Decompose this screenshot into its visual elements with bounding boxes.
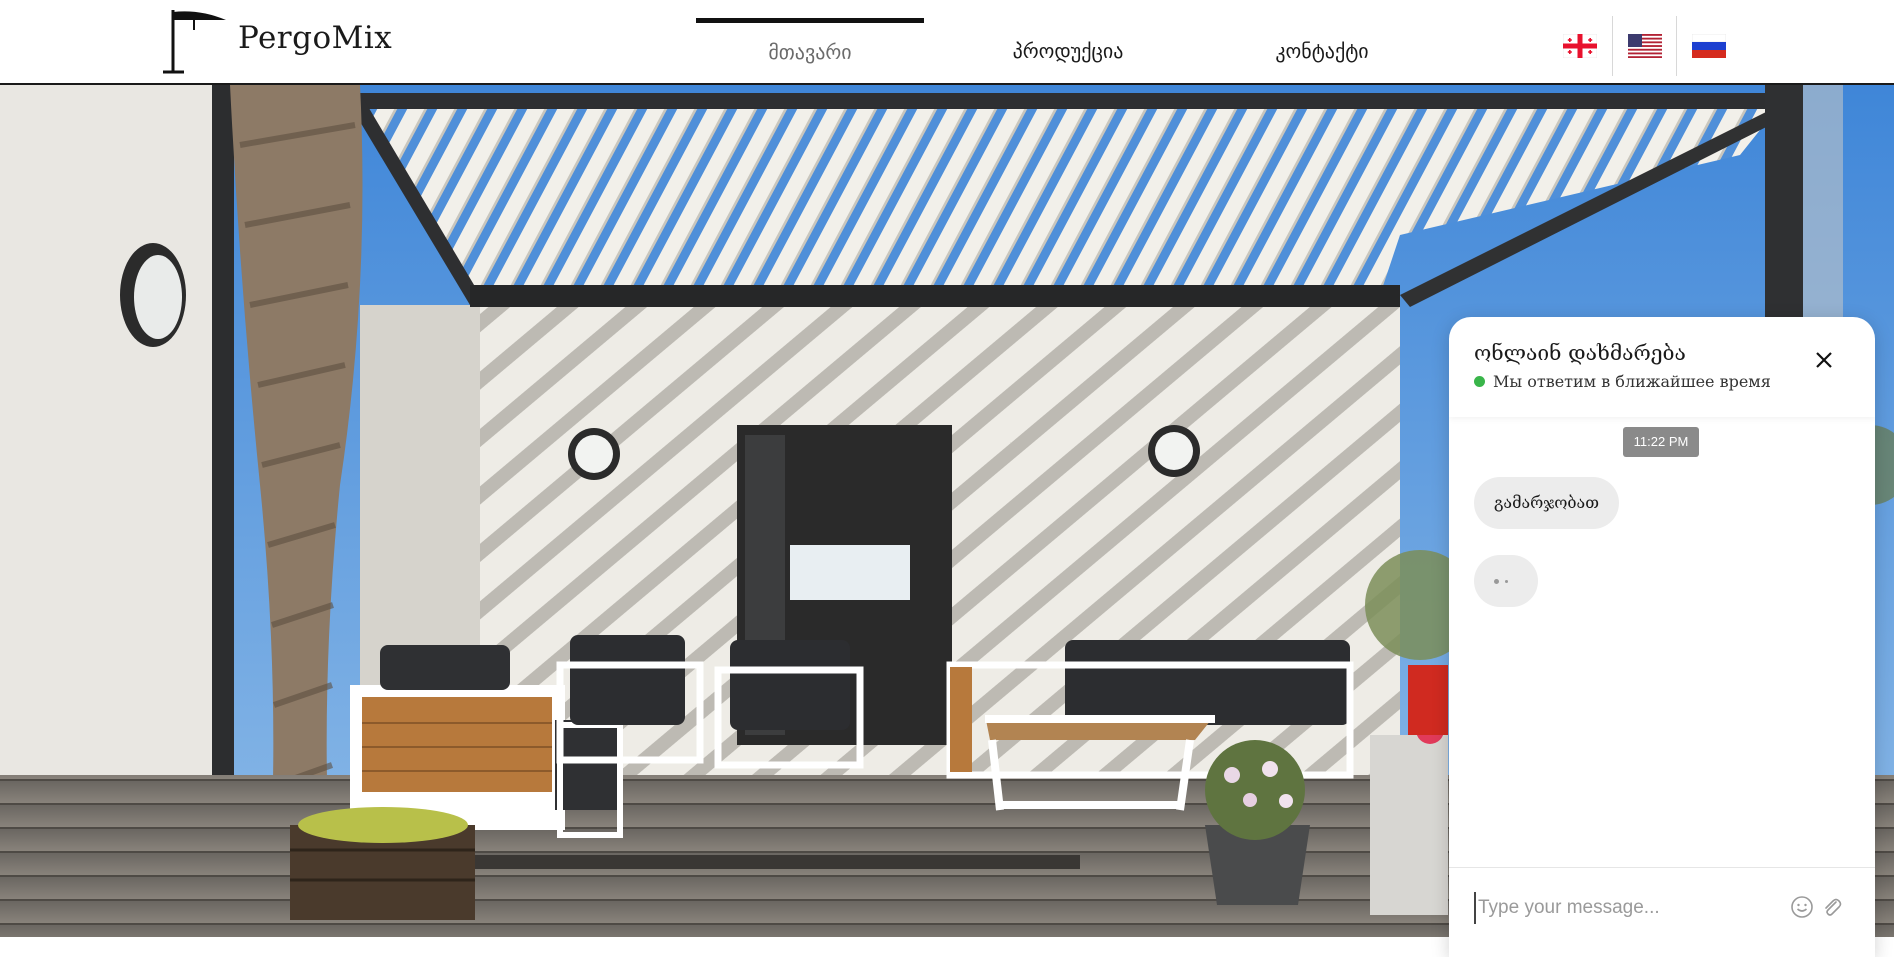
language-russian[interactable]	[1676, 16, 1741, 76]
chat-panel: ონლაინ დახმარება Мы ответим в ближайшее …	[1449, 317, 1875, 957]
language-georgian[interactable]	[1548, 16, 1612, 76]
georgia-flag-icon	[1563, 34, 1597, 58]
brand-name: PergoMix	[238, 20, 393, 56]
site-header: PergoMix მთავარი პროდუქცია კონტაქტი	[0, 0, 1894, 85]
chat-input-bar	[1449, 867, 1875, 957]
emoji-icon[interactable]	[1790, 895, 1814, 919]
typing-indicator	[1474, 555, 1538, 607]
nav-item-contact[interactable]: კონტაქტი	[1208, 18, 1436, 80]
chat-message-bubble: გამარჯობათ	[1474, 477, 1619, 529]
chat-status: Мы ответим в ближайшее время	[1474, 372, 1771, 391]
usa-flag-icon	[1628, 34, 1662, 58]
language-english[interactable]	[1612, 16, 1677, 76]
message-timestamp: 11:22 PM	[1623, 427, 1699, 457]
typing-dot	[1505, 580, 1508, 583]
paperclip-icon[interactable]	[1820, 895, 1844, 919]
logo[interactable]: PergoMix	[160, 6, 400, 76]
online-status-dot	[1474, 376, 1485, 387]
close-icon[interactable]	[1809, 345, 1839, 375]
typing-dot	[1494, 579, 1499, 584]
chat-status-text: Мы ответим в ближайшее время	[1493, 372, 1771, 391]
chat-header: ონლაინ დახმარება Мы ответим в ближайшее …	[1449, 317, 1875, 417]
nav-item-home[interactable]: მთავარი	[696, 18, 924, 80]
nav-item-products[interactable]: პროდუქცია	[954, 18, 1182, 80]
chat-message-input[interactable]	[1474, 892, 1780, 924]
pergola-umbrella-icon	[163, 10, 226, 74]
russia-flag-icon	[1692, 34, 1726, 58]
chat-title: ონლაინ დახმარება	[1474, 341, 1686, 365]
